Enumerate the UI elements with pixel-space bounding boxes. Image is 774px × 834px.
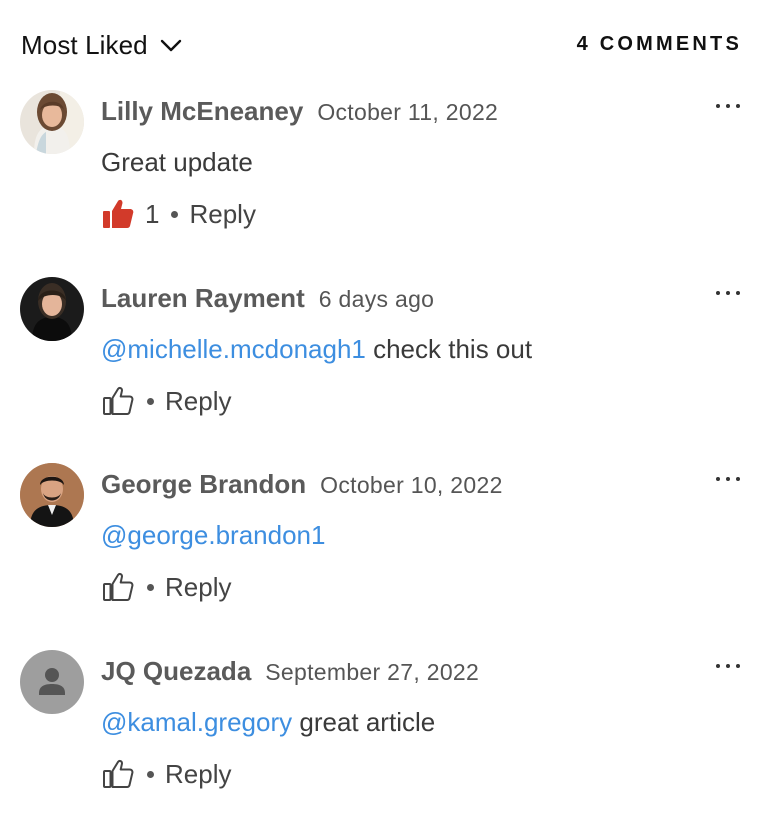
more-options-icon[interactable] bbox=[716, 660, 740, 672]
more-options-icon[interactable] bbox=[716, 473, 740, 485]
reply-button[interactable]: Reply bbox=[165, 572, 231, 603]
thumbs-up-filled-icon[interactable] bbox=[101, 198, 135, 230]
separator-dot bbox=[147, 397, 154, 405]
sort-label: Most Liked bbox=[21, 30, 148, 60]
comment-date: 6 days ago bbox=[318, 286, 435, 312]
comment-meta: George Brandon October 10, 2022 bbox=[101, 469, 503, 500]
comment-body: @michelle.mcdonagh1 check this out bbox=[101, 334, 532, 365]
author-name[interactable]: George Brandon bbox=[101, 469, 306, 500]
comment-body: Great update bbox=[101, 147, 253, 178]
avatar[interactable] bbox=[20, 650, 84, 714]
comment-actions: Reply bbox=[101, 758, 231, 790]
comment-text: check this out bbox=[365, 334, 533, 364]
reply-button[interactable]: Reply bbox=[165, 759, 231, 790]
comment-body: @george.brandon1 bbox=[101, 520, 325, 551]
comment-date: October 11, 2022 bbox=[317, 99, 499, 125]
like-count: 1 bbox=[145, 198, 160, 229]
separator-dot bbox=[147, 583, 154, 591]
comment: JQ Quezada September 27, 2022 @kamal.gre… bbox=[0, 650, 774, 830]
avatar[interactable] bbox=[20, 90, 84, 154]
comments-header: Most Liked 4 COMMENTS bbox=[0, 0, 774, 90]
comment: Lauren Rayment 6 days ago @michelle.mcdo… bbox=[0, 277, 774, 457]
comment-actions: Reply bbox=[101, 385, 231, 417]
avatar[interactable] bbox=[20, 463, 84, 527]
author-name[interactable]: Lilly McEneaney bbox=[101, 96, 303, 127]
author-name[interactable]: JQ Quezada bbox=[101, 656, 251, 687]
comment-meta: Lauren Rayment 6 days ago bbox=[101, 283, 434, 314]
comment-actions: 1 Reply bbox=[101, 198, 256, 230]
comment-count: 4 COMMENTS bbox=[576, 33, 742, 55]
comment-date: October 10, 2022 bbox=[320, 472, 503, 498]
mention-link[interactable]: @george.brandon1 bbox=[101, 520, 325, 550]
avatar[interactable] bbox=[20, 277, 84, 341]
comment-text: great article bbox=[292, 707, 436, 737]
thumbs-up-icon[interactable] bbox=[101, 385, 135, 417]
comment-actions: Reply bbox=[101, 571, 231, 603]
more-options-icon[interactable] bbox=[716, 100, 740, 112]
comment-meta: JQ Quezada September 27, 2022 bbox=[101, 656, 479, 687]
comment-date: September 27, 2022 bbox=[265, 659, 480, 685]
separator-dot bbox=[147, 770, 154, 778]
chevron-down-icon bbox=[160, 39, 181, 51]
comment-meta: Lilly McEneaney October 11, 2022 bbox=[101, 96, 498, 127]
mention-link[interactable]: @kamal.gregory bbox=[101, 707, 292, 737]
default-user-icon bbox=[20, 650, 84, 714]
comment-body: @kamal.gregory great article bbox=[101, 707, 435, 738]
comment: Lilly McEneaney October 11, 2022 Great u… bbox=[0, 90, 774, 270]
sort-dropdown[interactable]: Most Liked bbox=[21, 30, 182, 61]
comment-text: Great update bbox=[101, 147, 253, 177]
reply-button[interactable]: Reply bbox=[165, 386, 231, 417]
mention-link[interactable]: @michelle.mcdonagh1 bbox=[101, 334, 366, 364]
author-name[interactable]: Lauren Rayment bbox=[101, 283, 305, 314]
separator-dot bbox=[171, 210, 179, 218]
more-options-icon[interactable] bbox=[716, 287, 740, 299]
reply-button[interactable]: Reply bbox=[189, 199, 255, 230]
thumbs-up-icon[interactable] bbox=[101, 758, 135, 790]
thumbs-up-icon[interactable] bbox=[101, 571, 135, 603]
comment: George Brandon October 10, 2022 @george.… bbox=[0, 463, 774, 643]
